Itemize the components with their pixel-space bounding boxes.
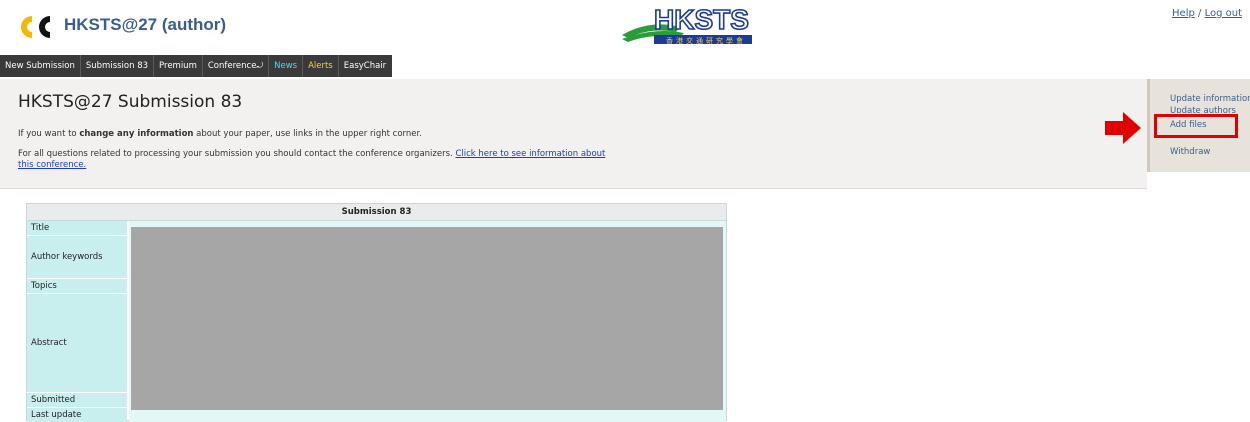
- top-links: Help / Log out: [1172, 8, 1242, 19]
- svg-text:HKSTS: HKSTS: [654, 5, 749, 35]
- app-title: HKSTS@27 (author): [64, 15, 227, 34]
- info-text-bold: change any information: [79, 129, 194, 139]
- highlight-box: [1154, 114, 1238, 138]
- menu-easychair[interactable]: EasyChair: [339, 61, 391, 71]
- page-header: HKSTS@27 Submission 83 If you want to ch…: [0, 79, 1147, 189]
- hksts-logo: HKSTS 香港交通研究學會: [620, 3, 755, 47]
- logout-link[interactable]: Log out: [1205, 8, 1242, 19]
- help-link[interactable]: Help: [1172, 8, 1195, 19]
- info-text-suffix: about your paper, use links in the upper…: [193, 129, 422, 139]
- row-label-abstract: Abstract: [27, 294, 127, 392]
- page-title: HKSTS@27 Submission 83: [18, 92, 243, 112]
- info-change-text: If you want to change any information ab…: [18, 129, 422, 139]
- menu-alerts[interactable]: Alerts: [303, 61, 338, 71]
- svg-text:香港交通研究學會: 香港交通研究學會: [666, 36, 746, 45]
- menu-conference-label: Conference: [207, 61, 257, 71]
- row-label-author-keywords: Author keywords: [27, 236, 127, 278]
- red-arrow-icon: [1105, 112, 1141, 144]
- info-text-prefix: If you want to: [18, 129, 80, 139]
- row-label-last-update: Last update: [27, 408, 127, 422]
- submission-table-header: Submission 83: [27, 204, 726, 221]
- row-label-title: Title: [27, 221, 127, 235]
- menu-news[interactable]: News: [269, 61, 302, 71]
- main-menu: New Submission Submission 83 Premium Con…: [0, 55, 392, 77]
- info-contact-text: For all questions related to processing …: [18, 149, 618, 171]
- submission-table: Submission 83 Title Author keywords Topi…: [26, 203, 727, 422]
- submenu-arrow-icon: ⤾: [256, 61, 264, 70]
- menu-conference[interactable]: Conference⤾: [203, 61, 268, 71]
- update-authors-link[interactable]: Update authors: [1170, 106, 1236, 113]
- withdraw-link[interactable]: Withdraw: [1170, 147, 1210, 157]
- link-separator: /: [1198, 8, 1202, 19]
- top-bar: HKSTS@27 (author) HKSTS 香港交通研究學會 Help / …: [0, 0, 1250, 52]
- redacted-content: [131, 227, 723, 410]
- update-information-link[interactable]: Update information: [1170, 94, 1250, 104]
- menu-premium[interactable]: Premium: [154, 61, 202, 71]
- info-contact-prefix: For all questions related to processing …: [18, 149, 456, 159]
- row-label-topics: Topics: [27, 279, 127, 293]
- menu-submission-83[interactable]: Submission 83: [81, 61, 153, 71]
- easychair-logo: [21, 16, 50, 38]
- row-label-submitted: Submitted: [27, 393, 127, 407]
- menu-new-submission[interactable]: New Submission: [0, 61, 80, 71]
